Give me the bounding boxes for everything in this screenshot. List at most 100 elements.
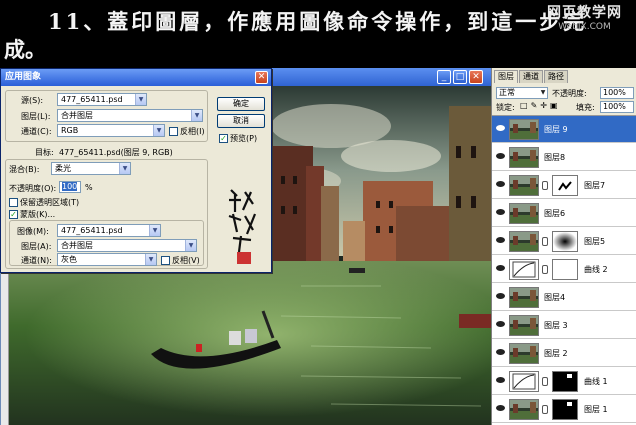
tab-paths[interactable]: 路径: [544, 70, 568, 83]
watermark-title: 网页教学网: [547, 5, 622, 21]
layer-thumbnail: [509, 147, 539, 168]
layer-thumbnail: [509, 399, 539, 420]
eye-icon[interactable]: [496, 237, 505, 243]
layer-row[interactable]: 图层8: [492, 144, 636, 171]
apply-image-dialog: 应用图象 ✕ 源(S): 477_65411.psd ▼ 图层(L): 合并图层 ▼…: [0, 68, 272, 273]
fill-input[interactable]: 100%: [600, 101, 634, 113]
eye-icon[interactable]: [496, 181, 505, 187]
source-select[interactable]: 477_65411.psd ▼: [57, 93, 147, 106]
mask-link-icon[interactable]: [542, 237, 548, 246]
target-value: 477_65411.psd(图层 9, RGB): [59, 148, 173, 157]
layer-select[interactable]: 合并图层 ▼: [57, 109, 203, 122]
layer-thumbnail: [509, 231, 539, 252]
lock-all-icon[interactable]: ▣: [550, 101, 558, 110]
mask-label: 蒙版(K)...: [20, 210, 56, 219]
mask-link-icon[interactable]: [542, 265, 548, 274]
invert-mask-label: 反相(V): [172, 256, 200, 265]
eye-icon[interactable]: [496, 377, 505, 383]
target-label: 目标:: [35, 148, 54, 157]
mask-checkbox[interactable]: ✓ 蒙版(K)...: [9, 209, 55, 220]
banner-text-line2: 成。: [4, 37, 46, 62]
preserve-transparency-checkbox[interactable]: 保留透明区域(T): [9, 197, 79, 208]
layer-name: 图层8: [544, 153, 566, 162]
panel-opacity-value: 100%: [603, 88, 626, 97]
blend-mode-value: 正常: [499, 88, 515, 97]
ok-button[interactable]: 确定: [217, 97, 265, 111]
dialog-close-icon[interactable]: ✕: [255, 71, 268, 84]
mask-link-icon[interactable]: [542, 405, 548, 414]
mask-layer-select[interactable]: 合并图层 ▼: [57, 239, 197, 252]
blending-select[interactable]: 柔光 ▼: [51, 162, 131, 175]
layer-row[interactable]: 图层6: [492, 200, 636, 227]
layer-row[interactable]: 曲线 1: [492, 368, 636, 395]
blend-mode-select[interactable]: 正常 ▼: [496, 87, 548, 99]
channel-select[interactable]: RGB ▼: [57, 124, 165, 137]
opacity-label: 不透明度(O):: [9, 184, 57, 193]
tab-layers[interactable]: 图层: [494, 70, 518, 83]
layer-row[interactable]: 曲线 2: [492, 256, 636, 283]
layer-row[interactable]: 图层5: [492, 228, 636, 255]
layer-thumbnail: [509, 343, 539, 364]
layer-row[interactable]: 图层 2: [492, 340, 636, 367]
layer-thumbnail: [509, 315, 539, 336]
layer-name: 图层4: [544, 293, 566, 302]
opacity-input[interactable]: 100: [59, 181, 81, 193]
fill-label: 填充:: [576, 103, 595, 112]
layer-row[interactable]: 图层4: [492, 284, 636, 311]
eye-icon[interactable]: [496, 293, 505, 299]
lock-label: 锁定:: [496, 103, 515, 112]
tab-channels[interactable]: 通道: [519, 70, 543, 83]
minimize-icon[interactable]: _: [437, 70, 451, 84]
layer-name: 曲线 1: [584, 377, 608, 386]
layer-row[interactable]: 图层 9: [492, 116, 636, 143]
close-icon[interactable]: ✕: [469, 70, 483, 84]
invert-mask-box: [161, 256, 170, 265]
eye-icon[interactable]: [496, 125, 505, 131]
mask-image-select[interactable]: 477_65411.psd ▼: [57, 224, 161, 237]
chevron-down-icon: ▼: [145, 254, 156, 265]
preserve-transparency-label: 保留透明区域(T): [20, 198, 80, 207]
chevron-down-icon: ▼: [185, 240, 196, 251]
chevron-down-icon: ▼: [119, 163, 130, 174]
eye-icon[interactable]: [496, 265, 505, 271]
layer-mask-thumbnail: [552, 259, 578, 280]
maximize-icon[interactable]: □: [453, 70, 467, 84]
lock-icons: □ ✎ ✛ ▣: [520, 101, 558, 110]
layer-mask-thumbnail: [552, 175, 578, 196]
eye-icon[interactable]: [496, 349, 505, 355]
layer-row[interactable]: 图层 3: [492, 312, 636, 339]
eye-icon[interactable]: [496, 209, 505, 215]
layer-label: 图层(L):: [21, 112, 51, 121]
source-label: 源(S):: [21, 96, 44, 105]
layer-name: 图层5: [584, 237, 606, 246]
invert-mask-checkbox[interactable]: 反相(V): [161, 255, 200, 266]
layer-row[interactable]: 图层7: [492, 172, 636, 199]
panel-opacity-input[interactable]: 100%: [600, 87, 634, 99]
mask-layer-value: 合并图层: [61, 241, 93, 250]
cancel-button[interactable]: 取消: [217, 114, 265, 128]
dialog-titlebar[interactable]: 应用图象 ✕: [1, 69, 271, 86]
dialog-body: 源(S): 477_65411.psd ▼ 图层(L): 合并图层 ▼ 通道(C):…: [1, 86, 271, 272]
layer-row[interactable]: 图层 1: [492, 396, 636, 423]
chevron-down-icon: ▼: [191, 110, 202, 121]
mask-link-icon[interactable]: [542, 377, 548, 386]
lock-transparency-icon[interactable]: □: [520, 101, 528, 110]
channel-value: RGB: [61, 126, 79, 135]
mask-layer-label: 图层(A):: [21, 242, 52, 251]
layer-name: 图层7: [584, 181, 606, 190]
chevron-down-icon: ▼: [135, 94, 146, 105]
layer-name: 图层6: [544, 209, 566, 218]
lock-move-icon[interactable]: ✛: [540, 101, 547, 110]
eye-icon[interactable]: [496, 153, 505, 159]
lock-paint-icon[interactable]: ✎: [531, 101, 538, 110]
source-value: 477_65411.psd: [61, 95, 123, 104]
invert-source-checkbox[interactable]: 反相(I): [169, 126, 205, 137]
blending-label: 混合(B):: [9, 165, 40, 174]
preview-checkbox[interactable]: ✓ 预览(P): [219, 133, 257, 144]
eye-icon[interactable]: [496, 405, 505, 411]
mask-channel-select[interactable]: 灰色 ▼: [57, 253, 157, 266]
preview-label: 预览(P): [230, 134, 258, 143]
mask-link-icon[interactable]: [542, 181, 548, 190]
eye-icon[interactable]: [496, 321, 505, 327]
layers-panel: 图层 通道 路径 正常 ▼ 不透明度: 100% 锁定: □ ✎ ✛ ▣ 填充: …: [491, 68, 636, 425]
